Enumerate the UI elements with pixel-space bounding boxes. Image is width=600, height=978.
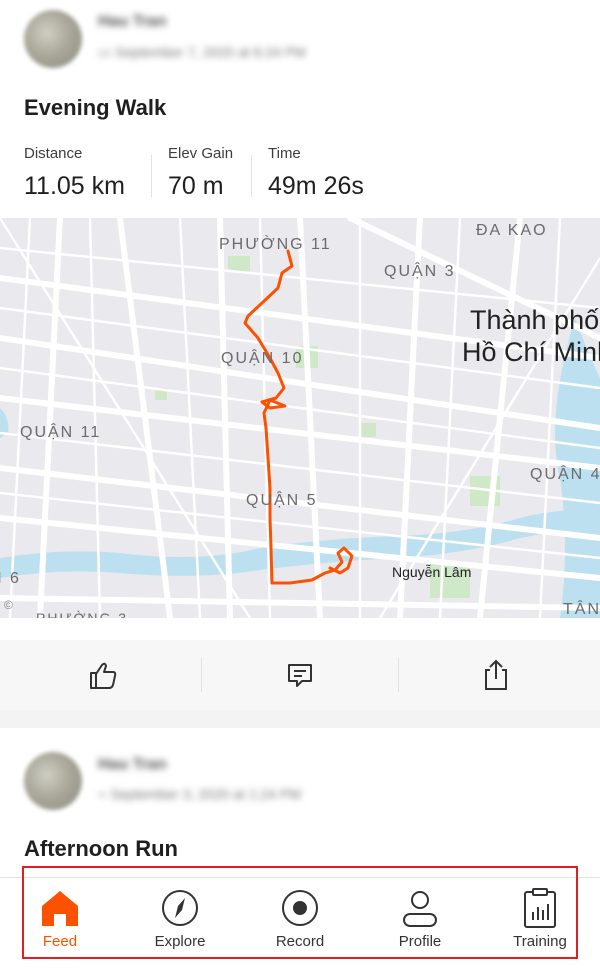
map-label-da-kao: ĐA KAO: [476, 222, 548, 239]
map-park: [360, 423, 376, 437]
share-icon: [485, 659, 507, 690]
stat-value: 70 m: [168, 172, 224, 200]
activity-date-text: September 7, 2020 at 6:24 PM: [115, 44, 306, 60]
athlete-avatar[interactable]: [24, 752, 82, 810]
activity-title[interactable]: Afternoon Run: [24, 836, 178, 862]
map-label-phuong-3: PHƯỜNG 3: [36, 610, 129, 618]
activity-title[interactable]: Evening Walk: [24, 95, 166, 121]
stat-label: Elev Gain: [168, 145, 234, 162]
athlete-avatar[interactable]: [24, 10, 82, 68]
athlete-name[interactable]: Hau Tran: [98, 13, 166, 31]
map-label-tan: TÂN: [563, 601, 600, 618]
device-icon: ▭: [98, 44, 116, 60]
map-label-quan-5: QUẬN 5: [246, 492, 318, 509]
thumbs-up-icon: [90, 662, 117, 689]
activity-map[interactable]: ĐA KAO PHƯỜNG 11 QUẬN 3 Thành phố Hồ Chí…: [0, 218, 600, 618]
map-label-nguyen-lam: Nguyễn Lâm: [392, 564, 472, 580]
activity-date-text: September 3, 2020 at 1:24 PM: [110, 786, 302, 802]
map-city-line2: Hồ Chí Minh: [462, 337, 600, 367]
map-park: [228, 256, 250, 272]
kudos-button[interactable]: [3, 640, 203, 710]
map-label-quan-10: QUẬN 10: [221, 350, 304, 367]
map-label-city: Thành phố Hồ Chí Minh: [462, 304, 600, 368]
map-attribution-icon[interactable]: ©: [4, 598, 13, 612]
stat-time: Time 49m 26s: [268, 145, 364, 201]
stat-label: Distance: [24, 145, 83, 162]
share-button[interactable]: [396, 640, 596, 710]
device-icon: ⌁: [98, 786, 111, 802]
map-city-line1: Thành phố: [470, 305, 600, 335]
map-label-quan-4: QUẬN 4: [530, 466, 600, 483]
stat-divider: [151, 155, 152, 197]
stat-divider: [251, 155, 252, 197]
stat-distance: Distance 11.05 km: [24, 145, 125, 201]
map-label-phuong-11: PHƯỜNG 11: [219, 236, 332, 253]
map-graphic: [0, 218, 600, 618]
map-label-quan-6: N 6: [0, 570, 21, 587]
highlight-box: [22, 866, 578, 959]
comment-icon: [288, 664, 312, 687]
feed-separator: [0, 710, 600, 728]
map-label-quan-11: QUẬN 11: [20, 424, 102, 441]
stat-value: 11.05 km: [24, 172, 125, 200]
athlete-name[interactable]: Hau Tran: [98, 756, 166, 774]
stat-elev-gain: Elev Gain 70 m: [168, 145, 233, 201]
comment-button[interactable]: [200, 640, 400, 710]
stat-label: Time: [268, 145, 301, 162]
stat-value: 49m 26s: [268, 172, 364, 200]
activity-actions: [0, 640, 600, 710]
map-label-quan-3: QUẬN 3: [384, 263, 456, 280]
activity-date: ⌁ September 3, 2020 at 1:24 PM: [98, 786, 301, 803]
activity-date: ▭ September 7, 2020 at 6:24 PM: [98, 44, 306, 61]
